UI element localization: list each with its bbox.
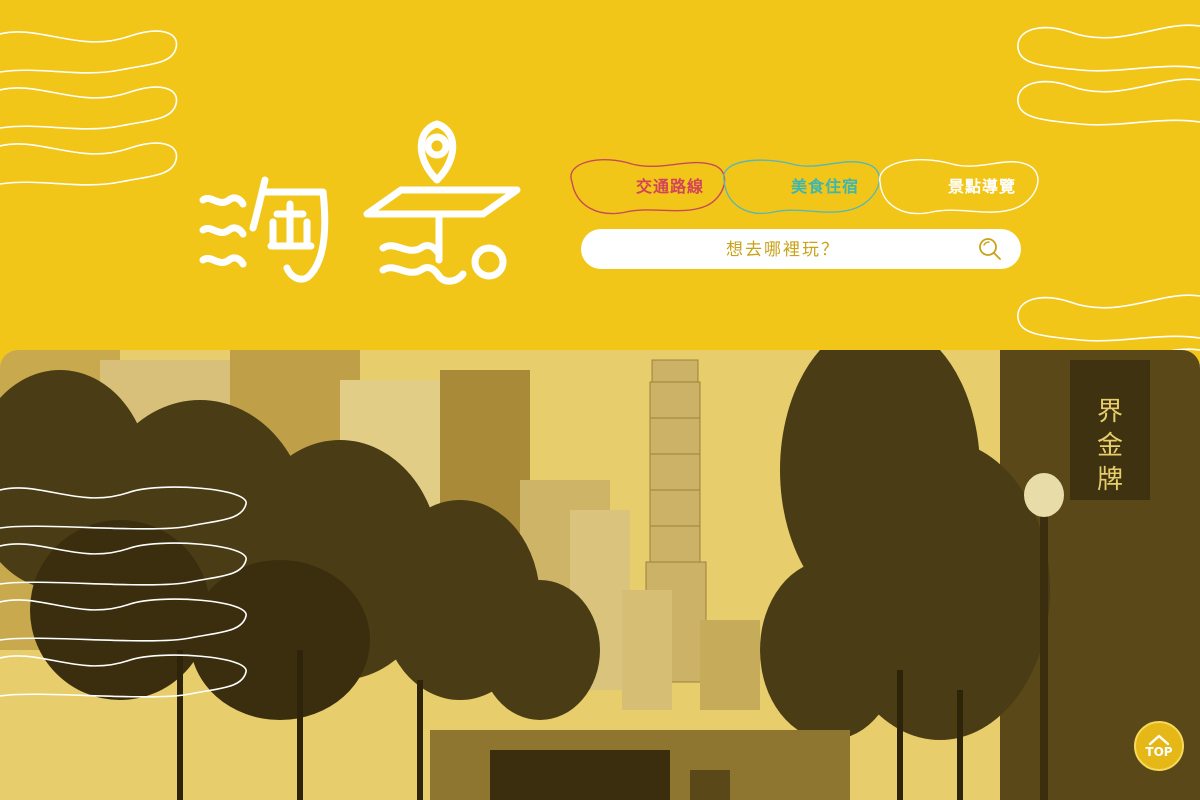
search-icon: [979, 238, 1001, 260]
search-button[interactable]: [977, 236, 1003, 262]
search-bar: [581, 229, 1021, 271]
city-street-photo-icon: 界 金 牌: [0, 350, 1200, 800]
decorative-waves-top-left: [0, 20, 190, 200]
top-button-label: TOP: [1145, 745, 1173, 759]
hero-city-photo: 界 金 牌: [0, 350, 1200, 800]
search-input[interactable]: [601, 229, 965, 271]
decorative-waves-top-right: [1010, 20, 1200, 140]
map-pin-logo-icon: [199, 120, 521, 285]
nav-label-transport: 交通路線: [635, 177, 704, 196]
back-to-top-button[interactable]: TOP: [1134, 721, 1184, 771]
svg-text:金: 金: [1097, 431, 1123, 461]
nav-item-food[interactable]: 美食住宿: [716, 152, 884, 218]
svg-text:界: 界: [1097, 397, 1123, 427]
nav-label-food: 美食住宿: [790, 177, 859, 196]
svg-text:牌: 牌: [1097, 465, 1123, 495]
nav-label-attractions: 景點導覽: [947, 177, 1016, 196]
main-nav: 交通路線 美食住宿 景點導覽: [562, 152, 1042, 218]
nav-item-transport[interactable]: 交通路線: [562, 152, 728, 218]
nav-item-attractions[interactable]: 景點導覽: [872, 152, 1042, 218]
brand-logo[interactable]: [195, 118, 525, 288]
